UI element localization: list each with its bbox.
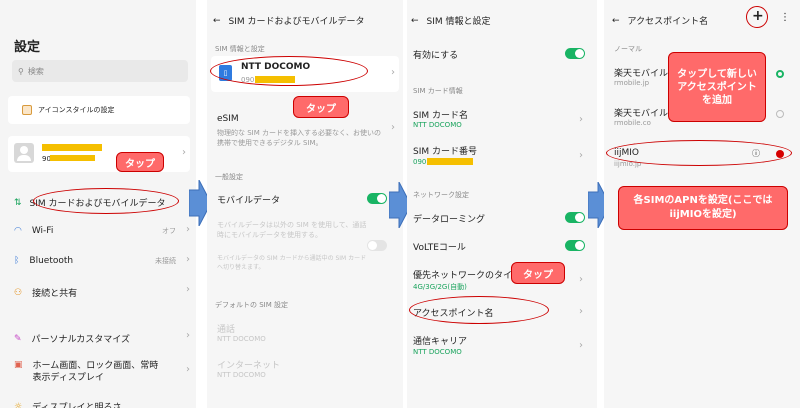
chevron-right-icon: › — [391, 122, 395, 133]
redacted-name — [42, 144, 102, 151]
preferred-network-item[interactable]: 優先ネットワークのタイプ — [413, 268, 521, 281]
icon-style-icon — [22, 105, 32, 115]
add-apn-callout: タップして新しいアクセスポイントを追加 — [668, 52, 766, 122]
enable-toggle[interactable] — [565, 48, 585, 59]
set-apn-callout: 各SIMのAPNを設定(ここではiijMIOを設定) — [618, 186, 788, 230]
highlight-ring — [210, 56, 368, 86]
chevron-right-icon: › — [579, 340, 583, 351]
apn-screen: ← アクセスポイント名 + ⋮ ノーマル 楽天モバイル rmobile.jp 楽… — [604, 0, 800, 408]
chevron-right-icon: › — [186, 254, 190, 265]
share-icon: ⚇ — [14, 287, 23, 298]
chevron-right-icon: › — [579, 306, 583, 317]
roaming-toggle[interactable] — [565, 212, 585, 223]
page-title: SIM カードおよびモバイルデータ — [228, 17, 365, 27]
back-icon[interactable]: ← — [612, 16, 620, 26]
apn1-radio[interactable] — [776, 70, 784, 78]
settings-screen: 設定 ⚲ 検索 アイコンスタイルの設定 90 › タップ ⇅ SIM カードおよ… — [0, 0, 196, 408]
back-icon[interactable]: ← — [411, 16, 419, 26]
chevron-right-icon: › — [579, 150, 583, 161]
chevron-right-icon: › — [182, 147, 186, 158]
search-input[interactable]: ⚲ 検索 — [12, 60, 188, 82]
page-title: SIM 情報と設定 — [426, 17, 491, 27]
volte-toggle[interactable] — [565, 240, 585, 251]
highlight-ring — [33, 188, 179, 214]
chevron-right-icon: › — [391, 67, 395, 78]
chevron-right-icon: › — [579, 274, 583, 285]
sidebar-item-wifi[interactable]: ◠ Wi-Fi オフ › — [14, 224, 194, 236]
sidebar-item-bluetooth[interactable]: ᛒ Bluetooth 未接続 › — [14, 254, 194, 266]
sim-info-screen: ← SIM 情報と設定 有効にする SIM カード情報 SIM カード名 NTT… — [407, 0, 597, 408]
signal-icon: ⇅ — [14, 197, 22, 208]
esim-item[interactable]: eSIM 物理的な SIM カードを挿入する必要なく、お使いの携帯で使用できるデ… — [211, 108, 399, 154]
tap-callout: タップ — [116, 152, 164, 172]
sidebar-item-display[interactable]: ☼ ディスプレイと明るさ — [14, 400, 121, 408]
chevron-right-icon: › — [579, 114, 583, 125]
sidebar-item-personal[interactable]: ✎ パーソナルカスタマイズ › — [14, 330, 194, 345]
highlight-ring — [746, 6, 768, 28]
icon-style-item[interactable]: アイコンスタイルの設定 — [8, 96, 190, 124]
chevron-right-icon: › — [186, 284, 190, 295]
display-icon: ☼ — [14, 401, 23, 408]
bluetooth-icon: ᛒ — [14, 256, 20, 266]
sidebar-item-connection[interactable]: ⚇ 接続と共有 › — [14, 284, 194, 299]
sidebar-item-home[interactable]: ▣ ホーム画面、ロック画面、常時表示ディスプレイ › — [14, 360, 190, 384]
redacted-number — [427, 158, 473, 165]
chevron-right-icon: › — [186, 364, 190, 375]
more-icon[interactable]: ⋮ — [780, 12, 790, 23]
sim-mobile-screen: ← SIM カードおよびモバイルデータ SIM 情報と設定 ▯ NTT DOCO… — [207, 0, 403, 408]
search-icon: ⚲ — [18, 66, 24, 76]
smart-data-toggle[interactable] — [367, 240, 387, 251]
image-icon: ▣ — [14, 360, 23, 370]
wifi-icon: ◠ — [14, 226, 22, 236]
highlight-ring — [409, 296, 549, 324]
highlight-ring — [606, 140, 792, 166]
avatar — [14, 143, 34, 163]
redacted-number — [50, 155, 95, 161]
mobile-data-label: モバイルデータ — [217, 196, 281, 206]
tap-callout: タップ — [511, 262, 565, 284]
back-icon[interactable]: ← — [213, 16, 221, 26]
brush-icon: ✎ — [14, 333, 22, 344]
page-title: アクセスポイント名 — [627, 17, 709, 27]
enable-label: 有効にする — [413, 51, 459, 61]
page-title: 設定 — [14, 40, 41, 55]
mobile-data-toggle[interactable] — [367, 193, 387, 204]
apn2-radio[interactable] — [776, 110, 784, 118]
chevron-right-icon: › — [186, 330, 190, 341]
